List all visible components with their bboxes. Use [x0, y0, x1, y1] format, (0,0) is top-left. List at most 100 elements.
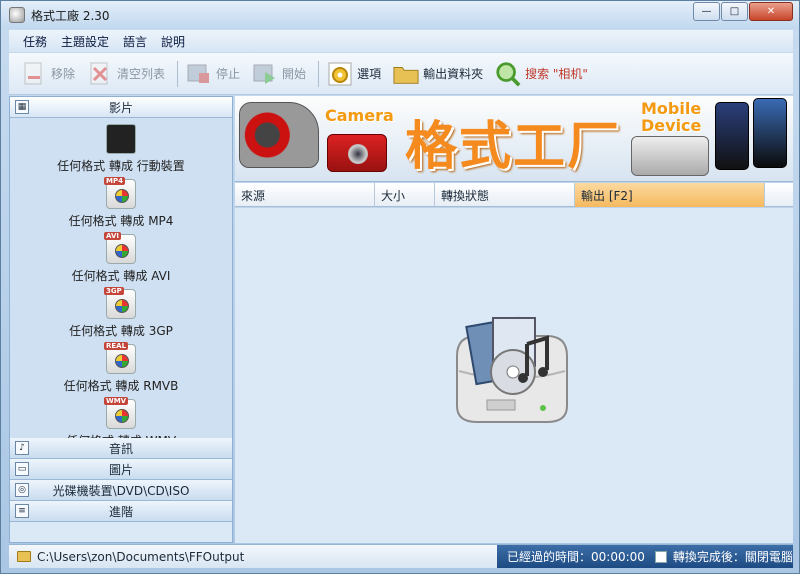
window-title: 格式工廠 2.30: [31, 9, 110, 23]
options-label: 選項: [357, 67, 382, 81]
category-rom-device[interactable]: ◎ 光碟機裝置\DVD\CD\ISO: [10, 480, 232, 501]
mobile-label-line1: Mobile: [641, 99, 702, 118]
folder-icon: [17, 551, 31, 562]
format-tag: 3GP: [104, 287, 124, 295]
format-item-mp4[interactable]: MP4 任何格式 轉成 MP4: [10, 177, 232, 232]
camcorder-image: [239, 102, 319, 168]
film-icon: ▦: [15, 100, 29, 114]
disc-graphic: [115, 299, 129, 313]
output-path: C:\Users\zon\Documents\FFOutput: [37, 549, 245, 564]
stop-button[interactable]: 停止: [186, 57, 240, 91]
disc-graphic: [115, 409, 129, 423]
category-rom-device-label: 光碟機裝置\DVD\CD\ISO: [52, 483, 190, 498]
start-button[interactable]: 開始: [252, 57, 306, 91]
status-right: 已經過的時間：00:00:00 轉換完成後：關閉電腦: [497, 545, 793, 568]
camera-label: Camera: [325, 106, 394, 125]
3gp-icon: 3GP: [104, 287, 136, 319]
format-item-rmvb[interactable]: REAL 任何格式 轉成 RMVB: [10, 342, 232, 397]
elapsed-time: 已經過的時間：00:00:00: [507, 550, 645, 564]
advanced-icon: ≡: [15, 504, 29, 518]
mp4-icon: MP4: [104, 177, 136, 209]
music-note-icon: ♪: [15, 441, 29, 455]
toolbar: 移除 清空列表 停止 開始 選項 輸出資料夾 搜索 "相机": [9, 53, 793, 95]
format-label: 任何格式 轉成 MP4: [68, 214, 174, 228]
smartphone-image: [715, 102, 749, 170]
format-item-mobile[interactable]: 任何格式 轉成 行動裝置: [10, 122, 232, 177]
column-status[interactable]: 轉換狀態: [435, 183, 575, 207]
format-tag: MP4: [104, 177, 125, 185]
stop-icon: [186, 61, 212, 87]
wmv-icon: WMV: [104, 397, 136, 429]
category-picture-label: 圖片: [108, 462, 133, 477]
category-picture[interactable]: ▭ 圖片: [10, 459, 232, 480]
rmvb-icon: REAL: [104, 342, 136, 374]
menu-bar: 任務 主題設定 語言 說明: [9, 30, 793, 52]
remove-icon: [21, 61, 47, 87]
toolbar-separator: [177, 60, 179, 87]
disc-graphic: [115, 189, 129, 203]
category-video[interactable]: ▦ 影片: [10, 97, 232, 118]
avi-icon: AVI: [104, 232, 136, 264]
mobile-label-line2: Device: [641, 116, 702, 135]
clear-list-icon: [87, 61, 113, 87]
status-bar: C:\Users\zon\Documents\FFOutput 已經過的時間：0…: [9, 544, 793, 568]
brand-title: 格式工厂: [405, 117, 622, 177]
category-advanced-label: 進階: [108, 504, 133, 519]
menu-language[interactable]: 語言: [123, 33, 147, 50]
toolbar-separator: [318, 60, 320, 87]
column-size[interactable]: 大小: [375, 183, 435, 207]
menu-help[interactable]: 說明: [161, 33, 185, 50]
format-label: 任何格式 轉成 行動裝置: [57, 159, 185, 173]
start-label: 開始: [282, 67, 307, 81]
clear-list-button[interactable]: 清空列表: [87, 57, 165, 91]
format-list: 任何格式 轉成 行動裝置 MP4 任何格式 轉成 MP4 AVI 任何格式 轉成…: [10, 118, 232, 463]
clear-list-label: 清空列表: [117, 67, 166, 81]
search-label: 搜索 "相机": [525, 67, 588, 81]
output-folder-label: 輸出資料夾: [423, 67, 484, 81]
minimize-button[interactable]: —: [693, 2, 720, 21]
format-tag: AVI: [104, 232, 121, 240]
remove-button[interactable]: 移除: [21, 57, 75, 91]
menu-theme[interactable]: 主題設定: [61, 33, 109, 50]
format-label: 任何格式 轉成 AVI: [71, 269, 171, 283]
options-button[interactable]: 選項: [327, 57, 381, 91]
category-audio[interactable]: ♪ 音訊: [10, 438, 232, 459]
disc-graphic: [115, 244, 129, 258]
format-label: 任何格式 轉成 3GP: [69, 324, 173, 338]
disc-icon: ◎: [15, 483, 29, 497]
output-path-area[interactable]: C:\Users\zon\Documents\FFOutput: [9, 545, 497, 568]
category-video-label: 影片: [108, 100, 133, 115]
format-factory-logo: [447, 316, 577, 426]
output-folder-button[interactable]: 輸出資料夾: [393, 57, 483, 91]
format-item-avi[interactable]: AVI 任何格式 轉成 AVI: [10, 232, 232, 287]
stop-label: 停止: [216, 67, 241, 81]
mobile-device-label: Mobile Device: [641, 100, 701, 134]
search-icon: [495, 61, 521, 87]
category-panel: ▦ 影片 任何格式 轉成 行動裝置 MP4 任何格式 轉成 MP4 AVI 任何…: [9, 96, 233, 543]
close-button[interactable]: ✕: [749, 2, 793, 21]
remove-label: 移除: [51, 67, 76, 81]
format-tag: WMV: [104, 397, 129, 405]
disc-graphic: [115, 354, 129, 368]
format-item-3gp[interactable]: 3GP 任何格式 轉成 3GP: [10, 287, 232, 342]
picture-icon: ▭: [15, 462, 29, 476]
menu-task[interactable]: 任務: [23, 33, 47, 50]
format-tag: REAL: [104, 342, 129, 350]
camera-image: [327, 134, 387, 172]
format-label: 任何格式 轉成 RMVB: [63, 379, 179, 393]
task-list[interactable]: [235, 208, 793, 543]
maximize-button[interactable]: □: [721, 2, 748, 21]
gear-icon: [327, 61, 353, 87]
app-window: 格式工廠 2.30 — □ ✕ 任務 主題設定 語言 說明 移除 清空列表 停止…: [0, 0, 800, 574]
column-source[interactable]: 來源: [235, 183, 375, 207]
pda-image: [631, 136, 709, 176]
title-bar[interactable]: 格式工廠 2.30 — □ ✕: [1, 1, 799, 29]
shutdown-checkbox[interactable]: [654, 550, 667, 563]
category-advanced[interactable]: ≡ 進階: [10, 501, 232, 522]
task-table-header: 來源 大小 轉換狀態 輸出 [F2]: [235, 183, 793, 207]
start-icon: [252, 61, 278, 87]
search-button[interactable]: 搜索 "相机": [495, 57, 588, 91]
window-controls: — □ ✕: [692, 2, 793, 21]
app-icon[interactable]: [9, 7, 25, 23]
column-output[interactable]: 輸出 [F2]: [575, 183, 765, 207]
